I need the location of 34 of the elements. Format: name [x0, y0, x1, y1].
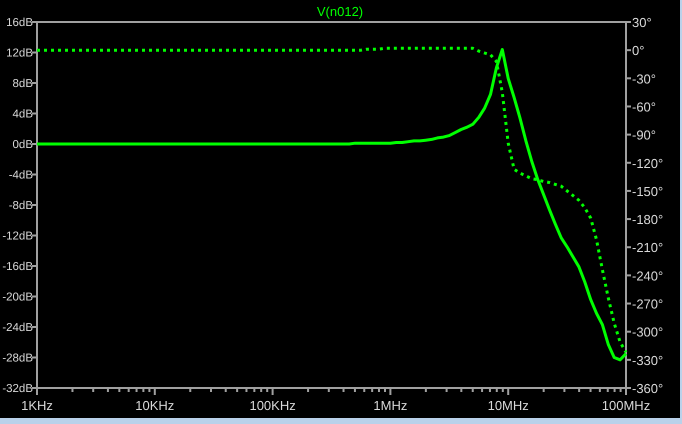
y-axis-label: -4dB [8, 170, 33, 182]
x-axis-label: 1KHz [21, 398, 53, 413]
y-axis-label: -270° [632, 296, 664, 312]
x-axis-label: 1MHz [373, 398, 408, 413]
plot-title: V(n012) [316, 4, 364, 19]
y-axis-label: 4dB [12, 108, 33, 120]
y-axis-label: -24dB [2, 322, 33, 334]
y-axis-label: 8dB [12, 78, 33, 90]
y-axis-label: 12dB [6, 48, 33, 60]
y-axis-label: 0dB [12, 139, 33, 151]
x-axis-label: 10MHz [488, 398, 529, 413]
y-axis-label: -150° [632, 184, 664, 199]
y-axis-label: -12dB [2, 230, 33, 242]
x-axis-label: 100MHz [602, 398, 650, 413]
x-axis-label: 100KHz [249, 398, 296, 413]
y-axis-label: 0° [632, 43, 644, 58]
y-axis-label: 16dB [6, 17, 33, 29]
y-axis-label: -300° [632, 324, 664, 340]
y-axis-label: -20dB [2, 292, 33, 304]
y-axis-label: -8dB [8, 200, 33, 212]
y-axis-label: -28dB [2, 352, 33, 364]
y-axis-label: -210° [632, 240, 664, 256]
y-axis-label: 30° [632, 15, 652, 30]
y-axis-label: -360° [632, 381, 664, 396]
x-axis-label: 10KHz [135, 398, 174, 413]
y-axis-label: -240° [632, 268, 664, 284]
y-axis-label: -16dB [2, 261, 33, 273]
y-axis-label: -180° [632, 212, 664, 228]
y-axis-label: -30° [632, 71, 656, 86]
y-axis-label: -60° [632, 99, 656, 114]
y-axis-label: -330° [632, 352, 664, 368]
y-axis-label: -120° [632, 156, 664, 171]
y-axis-label: -32dB [2, 383, 33, 395]
y-axis-label: -90° [632, 128, 656, 143]
